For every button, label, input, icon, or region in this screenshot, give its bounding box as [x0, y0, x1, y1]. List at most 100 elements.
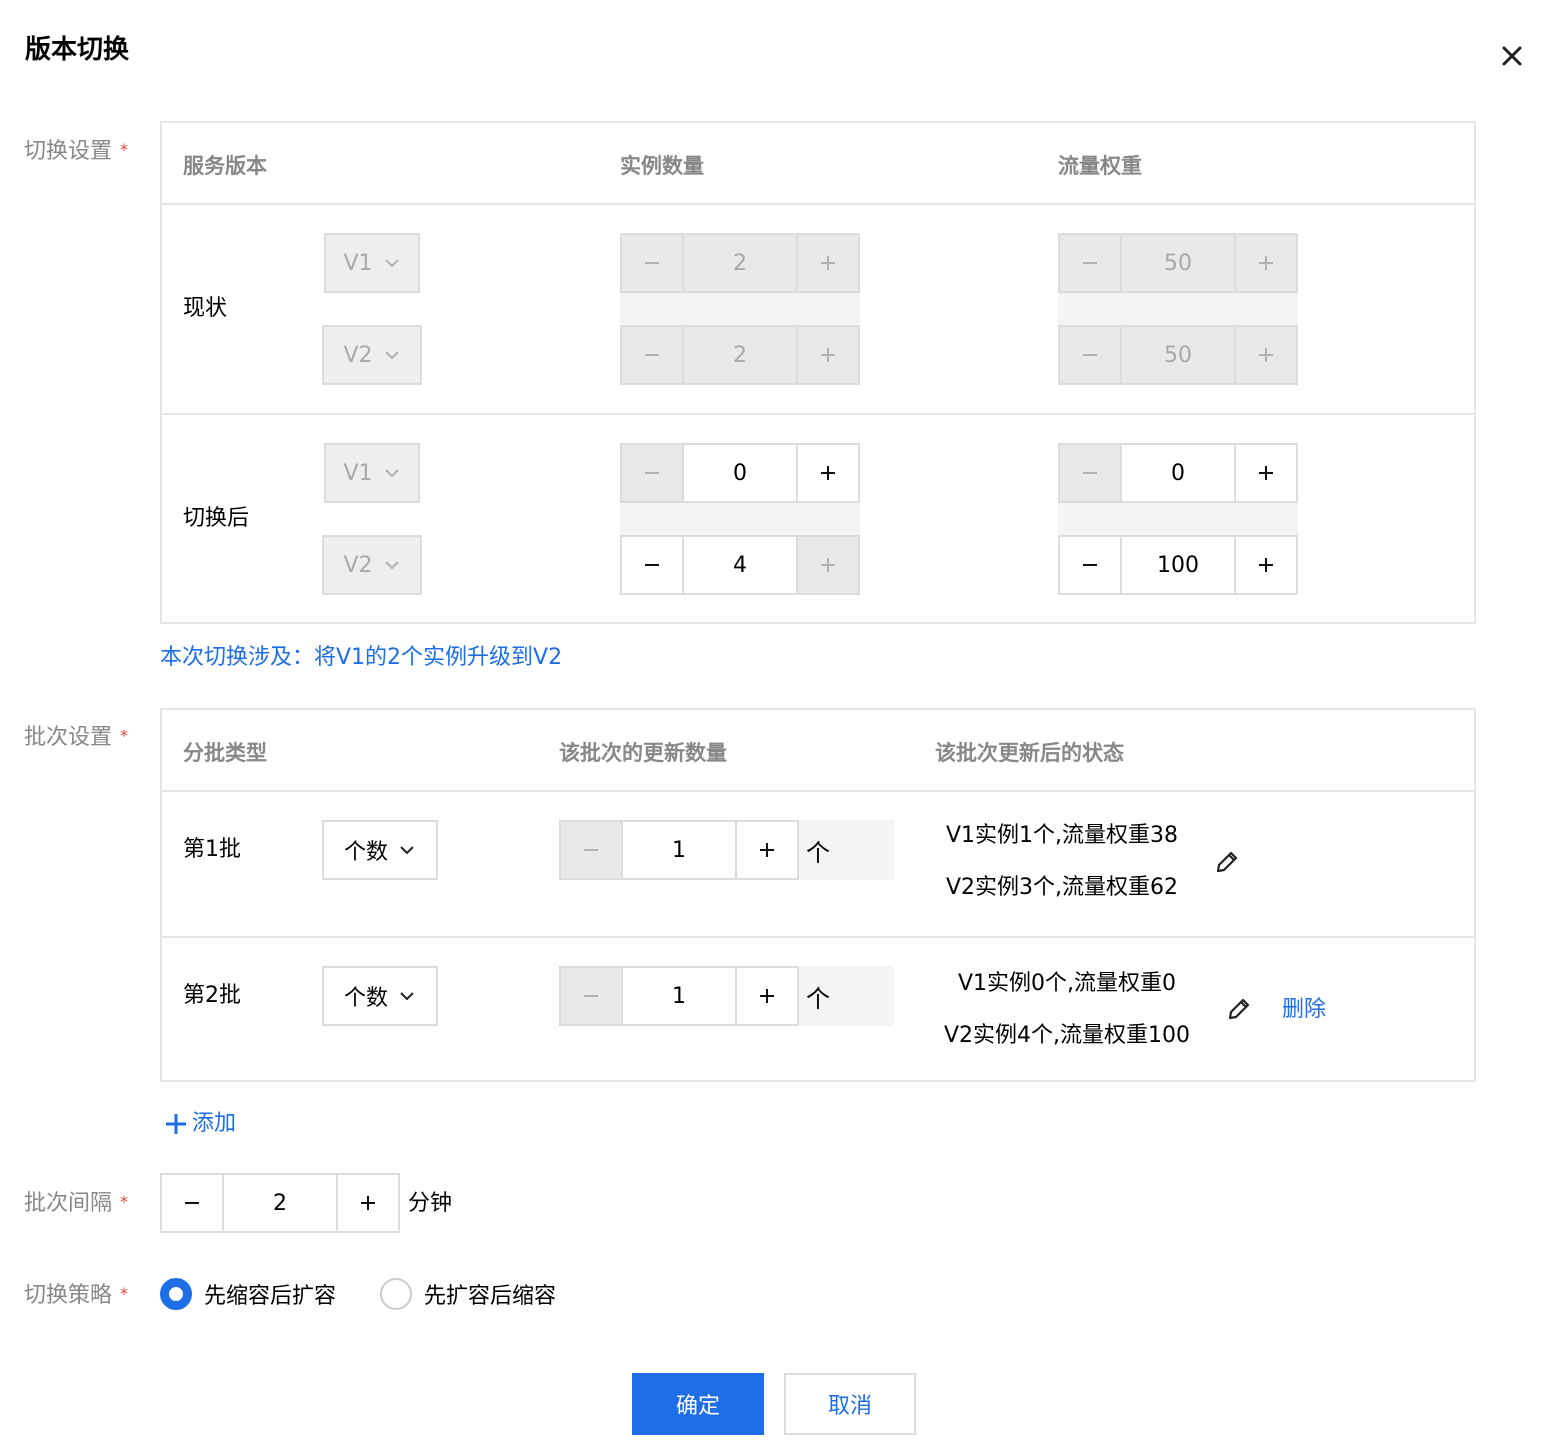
- minus-icon: [185, 1202, 199, 1204]
- batch-1-status-v2: V2实例3个,流量权重62: [945, 875, 1179, 900]
- plus-icon: [821, 256, 835, 270]
- minus-icon: [1083, 354, 1097, 356]
- minus-icon: [1083, 472, 1097, 474]
- decrement-button[interactable]: [162, 1175, 222, 1231]
- instances-value[interactable]: 0: [682, 445, 798, 501]
- minus-icon: [645, 564, 659, 566]
- required-mark: *: [120, 140, 129, 159]
- increment-button[interactable]: [1236, 537, 1296, 593]
- switch-summary: 本次切换涉及：将V1的2个实例升级到V2: [160, 645, 563, 670]
- decrement-button: [561, 822, 621, 878]
- weight-stepper-after-v2[interactable]: 100: [1058, 535, 1298, 595]
- plus-icon: [1259, 466, 1273, 480]
- divider: [162, 790, 1474, 792]
- instances-value: 2: [682, 235, 798, 291]
- batch-2-status-v1: V1实例0个,流量权重0: [957, 971, 1177, 996]
- cancel-button[interactable]: 取消: [784, 1373, 916, 1435]
- version-select-current-v2: V2: [322, 325, 422, 385]
- weight-value[interactable]: 100: [1120, 537, 1236, 593]
- add-batch-button[interactable]: 添加: [164, 1108, 236, 1140]
- plus-icon: [760, 989, 774, 1003]
- batch-interval-stepper[interactable]: 2: [160, 1173, 400, 1233]
- increment-button: [798, 537, 858, 593]
- close-icon: [1502, 46, 1522, 66]
- minus-icon: [584, 849, 598, 851]
- count-value[interactable]: 1: [621, 968, 737, 1024]
- required-mark: *: [120, 1284, 129, 1303]
- col-service-version: 服务版本: [183, 154, 267, 178]
- strategy-option-expand-first[interactable]: 先扩容后缩容: [380, 1278, 556, 1310]
- decrement-button[interactable]: [1060, 537, 1120, 593]
- decrement-button: [622, 327, 682, 383]
- pencil-icon: [1216, 851, 1238, 873]
- decrement-button: [1060, 327, 1120, 383]
- increment-button[interactable]: [737, 968, 797, 1024]
- instances-value: 2: [682, 327, 798, 383]
- increment-button[interactable]: [798, 445, 858, 501]
- batch-1-count-stepper[interactable]: 1: [559, 820, 799, 880]
- minus-icon: [645, 354, 659, 356]
- batch-settings-table: 分批类型 该批次的更新数量 该批次更新后的状态 第1批 个数 个 1 V1实例1…: [160, 708, 1476, 1082]
- plus-icon: [1259, 558, 1273, 572]
- weight-value[interactable]: 0: [1120, 445, 1236, 501]
- instances-stepper-after-v1[interactable]: 0: [620, 443, 860, 503]
- strategy-option-shrink-first[interactable]: 先缩容后扩容: [160, 1278, 336, 1310]
- batch-1-type-select[interactable]: 个数: [322, 820, 438, 880]
- confirm-button[interactable]: 确定: [632, 1373, 764, 1435]
- batch-interval-label: 批次间隔 *: [24, 1191, 129, 1216]
- count-value[interactable]: 1: [621, 822, 737, 878]
- minus-icon: [584, 995, 598, 997]
- minus-icon: [645, 472, 659, 474]
- weight-stepper-current-v1: 50: [1058, 233, 1298, 293]
- plus-icon: [1259, 256, 1273, 270]
- radio-selected-icon: [160, 1278, 192, 1310]
- plus-icon: [821, 466, 835, 480]
- batch-2-count-stepper[interactable]: 1: [559, 966, 799, 1026]
- decrement-button: [622, 445, 682, 501]
- plus-icon: [166, 1114, 186, 1134]
- row-label-after: 切换后: [183, 506, 250, 531]
- pencil-icon: [1228, 998, 1250, 1020]
- weight-value: 50: [1120, 327, 1236, 383]
- dialog-title: 版本切换: [25, 35, 130, 65]
- batch-2-unit: 个: [798, 966, 894, 1026]
- radio-unselected-icon: [380, 1278, 412, 1310]
- chevron-down-icon: [384, 561, 399, 570]
- batch-1-edit-button[interactable]: [1212, 847, 1242, 881]
- divider: [162, 936, 1474, 938]
- decrement-button[interactable]: [622, 537, 682, 593]
- divider: [162, 413, 1474, 415]
- col-update-count: 该批次的更新数量: [559, 741, 727, 765]
- close-button[interactable]: [1496, 40, 1528, 72]
- decrement-button: [622, 235, 682, 291]
- divider: [162, 203, 1474, 205]
- batch-2-edit-button[interactable]: [1224, 994, 1254, 1028]
- decrement-button: [1060, 445, 1120, 501]
- plus-icon: [361, 1196, 375, 1210]
- increment-button[interactable]: [1236, 445, 1296, 501]
- batch-2-status-v2: V2实例4个,流量权重100: [943, 1023, 1191, 1048]
- interval-value[interactable]: 2: [222, 1175, 338, 1231]
- switch-strategy-label: 切换策略 *: [24, 1283, 129, 1308]
- plus-icon: [760, 843, 774, 857]
- batch-1-status-v1: V1实例1个,流量权重38: [945, 823, 1179, 848]
- decrement-button: [561, 968, 621, 1024]
- batch-2-type-select[interactable]: 个数: [322, 966, 438, 1026]
- col-traffic-weight: 流量权重: [1058, 154, 1142, 178]
- chevron-down-icon: [400, 992, 414, 1001]
- chevron-down-icon: [384, 259, 399, 268]
- instances-value[interactable]: 4: [682, 537, 798, 593]
- required-mark: *: [120, 726, 129, 745]
- instances-stepper-current-v1: 2: [620, 233, 860, 293]
- chevron-down-icon: [400, 846, 414, 855]
- instances-stepper-after-v2[interactable]: 4: [620, 535, 860, 595]
- increment-button: [1236, 327, 1296, 383]
- plus-icon: [821, 348, 835, 362]
- batch-2-delete-link[interactable]: 删除: [1282, 994, 1326, 1026]
- increment-button[interactable]: [737, 822, 797, 878]
- row-label-current: 现状: [183, 296, 228, 321]
- weight-stepper-after-v1[interactable]: 0: [1058, 443, 1298, 503]
- increment-button[interactable]: [338, 1175, 398, 1231]
- col-status-after: 该批次更新后的状态: [935, 741, 1124, 765]
- batch-2-label: 第2批: [183, 983, 241, 1008]
